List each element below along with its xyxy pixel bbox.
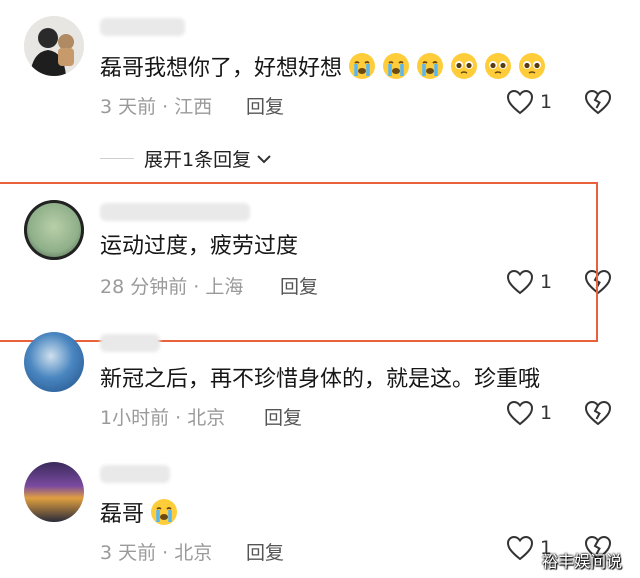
username-blurred[interactable] bbox=[100, 334, 160, 352]
comment-text-body: 磊哥我想你了，好想好想 bbox=[100, 56, 343, 81]
comment-meta: 3 天前 · 江西 bbox=[100, 96, 213, 118]
highlight-box bbox=[0, 182, 598, 342]
comment-meta: 3 天前 · 北京 bbox=[100, 542, 213, 564]
heart-outline-icon bbox=[506, 535, 534, 561]
like-button[interactable]: 1 bbox=[506, 400, 552, 426]
broken-heart-icon bbox=[584, 400, 612, 426]
like-count: 1 bbox=[540, 91, 553, 113]
divider-line bbox=[100, 157, 134, 160]
comment-text: 磊哥 bbox=[100, 498, 178, 530]
username-blurred[interactable] bbox=[100, 465, 170, 483]
chevron-down-icon bbox=[257, 154, 271, 163]
pleading-face-icon bbox=[518, 52, 546, 80]
like-button[interactable]: 1 bbox=[506, 89, 552, 115]
broken-heart-icon bbox=[584, 89, 612, 115]
reply-button[interactable]: 回复 bbox=[246, 538, 284, 565]
expand-replies-button[interactable]: 展开1条回复 bbox=[100, 145, 273, 172]
reply-button[interactable]: 回复 bbox=[264, 403, 302, 430]
heart-outline-icon bbox=[506, 89, 534, 115]
comment-text-body: 磊哥 bbox=[100, 502, 145, 527]
dislike-button[interactable] bbox=[584, 400, 612, 430]
avatar[interactable] bbox=[24, 462, 84, 522]
avatar[interactable] bbox=[24, 332, 84, 392]
pleading-face-icon bbox=[450, 52, 478, 80]
expand-replies-label: 展开1条回复 bbox=[144, 149, 252, 171]
username-blurred[interactable] bbox=[100, 18, 185, 36]
comment-text: 磊哥我想你了，好想好想 bbox=[100, 52, 546, 84]
like-count: 1 bbox=[540, 402, 553, 424]
loudly-crying-face-icon bbox=[150, 498, 178, 526]
loudly-crying-face-icon bbox=[416, 52, 444, 80]
heart-outline-icon bbox=[506, 400, 534, 426]
reply-button[interactable]: 回复 bbox=[246, 92, 284, 119]
comment-text: 新冠之后，再不珍惜身体的，就是这。珍重哦 bbox=[100, 367, 541, 392]
avatar-image bbox=[24, 16, 84, 76]
watermark: 裕丰娱间说 bbox=[542, 552, 623, 571]
comment-meta: 1小时前 · 北京 bbox=[100, 407, 226, 429]
dislike-button[interactable] bbox=[584, 89, 612, 119]
loudly-crying-face-icon bbox=[382, 52, 410, 80]
pleading-face-icon bbox=[484, 52, 512, 80]
loudly-crying-face-icon bbox=[348, 52, 376, 80]
avatar[interactable] bbox=[24, 16, 84, 76]
